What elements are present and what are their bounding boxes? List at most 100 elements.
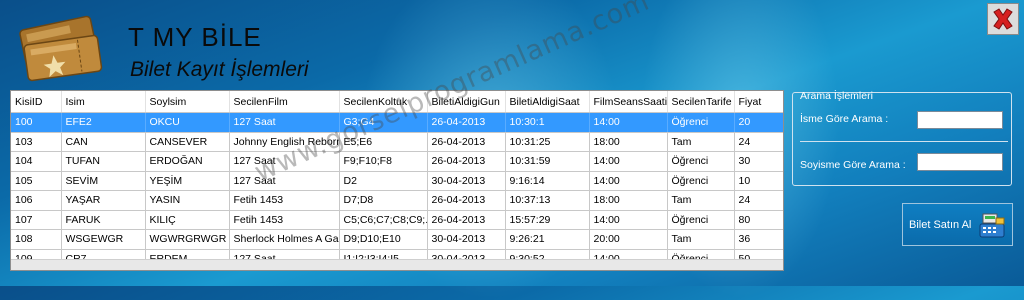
table-cell[interactable]: YASIN [145, 190, 230, 211]
table-cell[interactable]: C5;C6;C7;C8;C9;... [339, 210, 428, 230]
table-cell[interactable]: 14:00 [589, 112, 668, 133]
close-icon [993, 8, 1013, 30]
column-header[interactable]: Fiyat [734, 91, 783, 113]
table-cell[interactable]: YAŞAR [61, 190, 146, 211]
table-cell[interactable]: 20:00 [589, 229, 668, 250]
table-cell[interactable]: YEŞİM [145, 171, 230, 191]
search-by-name-input[interactable] [917, 111, 1003, 129]
table-cell[interactable]: 10 [734, 171, 783, 191]
table-cell[interactable]: 30-04-2013 [427, 171, 506, 191]
column-header[interactable]: SecilenTarife [667, 91, 735, 113]
table-cell[interactable]: 100 [11, 112, 62, 133]
table-cell[interactable]: 127 Saat [229, 112, 340, 133]
table-cell[interactable]: 14:00 [589, 171, 668, 191]
table-cell[interactable]: ERDOĞAN [145, 151, 230, 172]
column-header[interactable]: Isim [61, 91, 146, 113]
column-header[interactable]: SecilenFilm [229, 91, 340, 113]
table-cell[interactable]: 10:31:59 [505, 151, 590, 172]
table-cell[interactable]: 10:31:25 [505, 132, 590, 152]
table-cell[interactable]: Tam [667, 190, 735, 211]
table-cell[interactable]: SEVİM [61, 171, 146, 191]
search-by-name-label: İsme Göre Arama : [800, 113, 889, 125]
column-header[interactable]: KisiID [11, 91, 62, 113]
table-cell[interactable]: Öğrenci [667, 112, 735, 133]
table-cell[interactable]: 30 [734, 151, 783, 172]
table-row[interactable]: 100 EFE2 OKCU 127 Saat G3;G4 26-04-2013 10:30:… [11, 112, 783, 133]
table-row[interactable]: 104 TUFAN ERDOĞAN 127 Saat F9;F10;F8 26-04-20… [11, 151, 783, 172]
table-cell[interactable]: E5;E6 [339, 132, 428, 152]
table-cell[interactable]: Öğrenci [667, 210, 735, 230]
table-cell[interactable]: KILIÇ [145, 210, 230, 230]
table-cell[interactable]: 107 [11, 210, 62, 230]
table-cell[interactable]: WSGEWGR [61, 229, 146, 250]
table-cell[interactable]: 26-04-2013 [427, 132, 506, 152]
table-cell[interactable]: Tam [667, 229, 735, 250]
table-cell[interactable]: 80 [734, 210, 783, 230]
search-groupbox-legend: Arama İşlemleri [800, 90, 873, 102]
column-header[interactable]: Soylsim [145, 91, 230, 113]
table-cell[interactable]: 20 [734, 112, 783, 133]
table-cell[interactable]: WGWRGRWGR [145, 229, 230, 250]
table-cell[interactable]: EFE2 [61, 112, 146, 133]
table-cell[interactable]: 30-04-2013 [427, 229, 506, 250]
column-header[interactable]: SecilenKoltuk [339, 91, 428, 113]
column-header[interactable]: BiletiAldigiGun [427, 91, 506, 113]
table-cell[interactable]: Tam [667, 132, 735, 152]
horizontal-scrollbar[interactable] [11, 259, 783, 270]
table-cell[interactable]: 103 [11, 132, 62, 152]
table-cell[interactable]: TUFAN [61, 151, 146, 172]
table-cell[interactable]: 10:30:1 [505, 112, 590, 133]
table-cell[interactable]: 14:00 [589, 210, 668, 230]
close-button[interactable] [987, 3, 1019, 35]
table-cell[interactable]: 9:26:21 [505, 229, 590, 250]
table-cell[interactable]: 104 [11, 151, 62, 172]
table-cell[interactable]: Fetih 1453 [229, 190, 340, 211]
table-cell[interactable]: Fetih 1453 [229, 210, 340, 230]
table-row[interactable]: 108 WSGEWGR WGWRGRWGR Sherlock Holmes A Ga.… [11, 229, 783, 250]
table-cell[interactable]: F9;F10;F8 [339, 151, 428, 172]
table-cell[interactable]: 18:00 [589, 132, 668, 152]
table-cell[interactable]: 108 [11, 229, 62, 250]
table-cell[interactable]: Johnny English Reborn [229, 132, 340, 152]
table-cell[interactable]: 24 [734, 190, 783, 211]
table-cell[interactable]: 10:37:13 [505, 190, 590, 211]
cash-register-icon [979, 213, 1005, 238]
column-header[interactable]: FilmSeansSaati [589, 91, 668, 113]
table-cell[interactable]: 105 [11, 171, 62, 191]
table-cell[interactable]: CANSEVER [145, 132, 230, 152]
table-cell[interactable]: FARUK [61, 210, 146, 230]
table-cell[interactable]: 26-04-2013 [427, 112, 506, 133]
table-row[interactable]: 107 FARUK KILIÇ Fetih 1453 C5;C6;C7;C8;C9;..… [11, 210, 783, 230]
table-cell[interactable]: Öğrenci [667, 171, 735, 191]
table-cell[interactable]: Sherlock Holmes A Ga... [229, 229, 340, 250]
table-cell[interactable]: D7;D8 [339, 190, 428, 211]
table-cell[interactable]: CAN [61, 132, 146, 152]
table-cell[interactable]: 14:00 [589, 151, 668, 172]
table-cell[interactable]: 26-04-2013 [427, 190, 506, 211]
table-cell[interactable]: 106 [11, 190, 62, 211]
page-subtitle: Bilet Kayıt İşlemleri [130, 58, 309, 81]
table-cell[interactable]: Öğrenci [667, 151, 735, 172]
table-cell[interactable]: OKCU [145, 112, 230, 133]
table-row[interactable]: 103 CAN CANSEVER Johnny English Reborn E5;E6… [11, 132, 783, 152]
table-cell[interactable]: 26-04-2013 [427, 151, 506, 172]
buy-ticket-button[interactable]: Bilet Satın Al [902, 203, 1013, 246]
buy-ticket-label: Bilet Satın Al [909, 219, 972, 231]
column-header[interactable]: BiletiAldigiSaat [505, 91, 590, 113]
table-cell[interactable]: 15:57:29 [505, 210, 590, 230]
tickets-data-grid[interactable]: KisiID Isim Soylsim SecilenFilm SecilenKoltu… [10, 90, 784, 271]
table-row[interactable]: 106 YAŞAR YASIN Fetih 1453 D7;D8 26-04-2013 10… [11, 190, 783, 211]
table-cell[interactable]: 9:16:14 [505, 171, 590, 191]
table-cell[interactable]: 127 Saat [229, 151, 340, 172]
search-groupbox [792, 92, 1012, 186]
table-cell[interactable]: 26-04-2013 [427, 210, 506, 230]
table-cell[interactable]: 18:00 [589, 190, 668, 211]
table-cell[interactable]: 127 Saat [229, 171, 340, 191]
table-row[interactable]: 105 SEVİM YEŞİM 127 Saat D2 30-04-2013 9:16:14… [11, 171, 783, 191]
search-by-surname-input[interactable] [917, 153, 1003, 171]
table-cell[interactable]: 24 [734, 132, 783, 152]
table-cell[interactable]: G3;G4 [339, 112, 428, 133]
table-cell[interactable]: D9;D10;E10 [339, 229, 428, 250]
table-cell[interactable]: D2 [339, 171, 428, 191]
table-cell[interactable]: 36 [734, 229, 783, 250]
